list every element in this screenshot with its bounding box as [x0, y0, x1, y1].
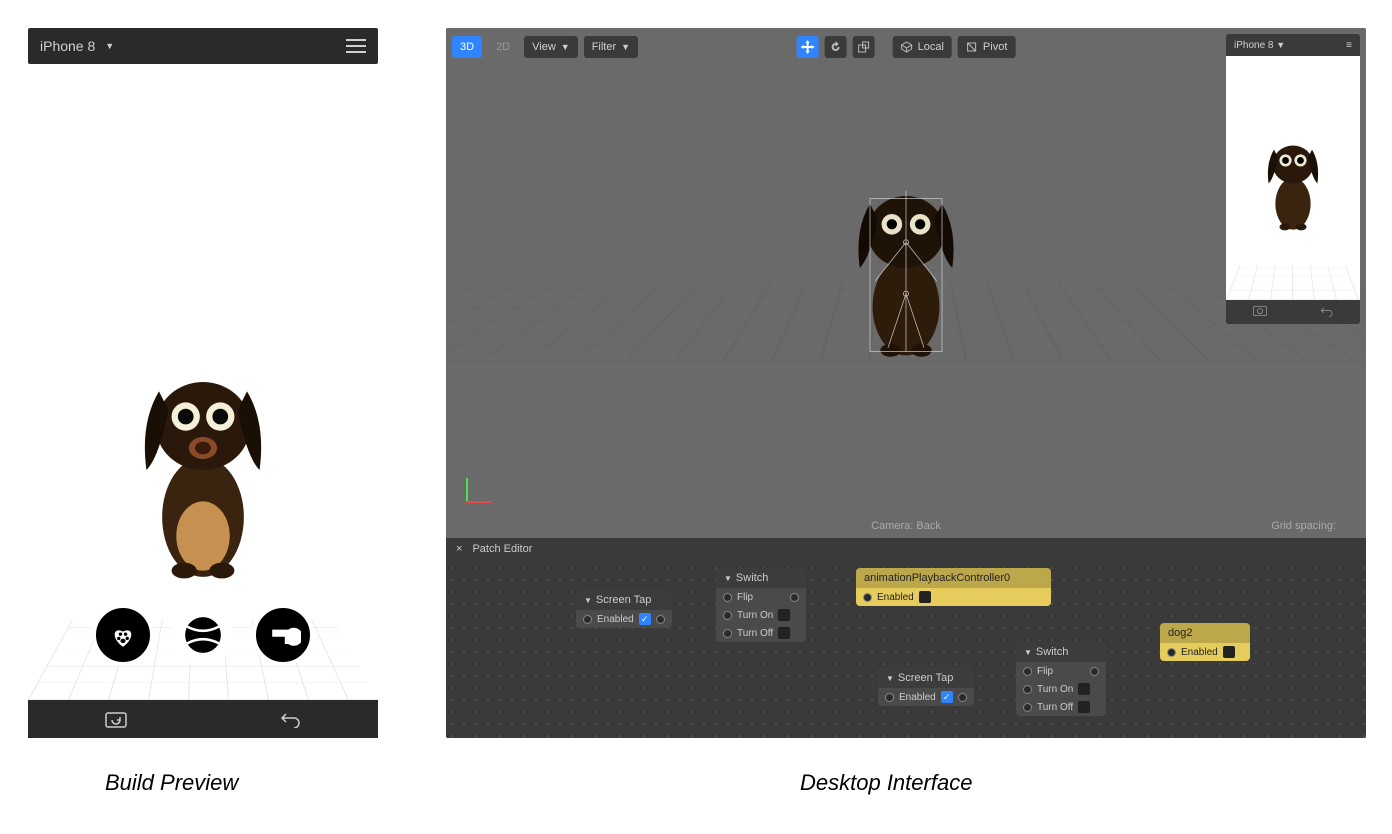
- filter-dropdown[interactable]: Filter▼: [584, 36, 638, 58]
- chevron-down-icon: ▼: [621, 42, 630, 52]
- patch-editor-title: Patch Editor: [472, 543, 532, 555]
- checkbox-icon[interactable]: [1078, 701, 1090, 713]
- patch-editor-panel[interactable]: × Patch Editor ▼Screen Tap Enabled ▼Swit…: [446, 538, 1366, 738]
- port-out[interactable]: [790, 593, 799, 602]
- mini-preview-footer: [1226, 300, 1360, 324]
- tennis-ball-button[interactable]: [172, 604, 234, 666]
- build-preview-footer: [28, 700, 378, 738]
- node-switch-1[interactable]: ▼Switch Flip Turn On Turn Off: [716, 568, 806, 642]
- mini-device-selector[interactable]: iPhone 8 ▼: [1234, 40, 1285, 51]
- dog-model-preview: [123, 360, 283, 580]
- chevron-down-icon: ▼: [105, 41, 114, 51]
- mini-camera-flip-icon[interactable]: [1252, 304, 1268, 320]
- port-in[interactable]: [723, 593, 732, 602]
- port-out[interactable]: [1090, 667, 1099, 676]
- patch-editor-header: × Patch Editor: [446, 538, 1366, 560]
- node-switch-2[interactable]: ▼Switch Flip Turn On Turn Off: [1016, 642, 1106, 716]
- checkbox-icon[interactable]: [1078, 683, 1090, 695]
- mini-preview-body: [1226, 56, 1360, 300]
- port-in[interactable]: [1167, 648, 1176, 657]
- checkbox-icon[interactable]: [778, 609, 790, 621]
- mini-hamburger-icon[interactable]: ≡: [1346, 40, 1352, 51]
- port-out[interactable]: [958, 693, 967, 702]
- port-in[interactable]: [583, 615, 592, 624]
- port-in[interactable]: [1023, 703, 1032, 712]
- transform-tools: Local Pivot: [797, 36, 1016, 58]
- port-out[interactable]: [656, 615, 665, 624]
- checkbox-icon[interactable]: [639, 613, 651, 625]
- pivot-toggle[interactable]: Pivot: [958, 36, 1015, 58]
- node-dog2[interactable]: dog2 Enabled: [1160, 623, 1250, 661]
- axis-gizmo: [466, 473, 496, 503]
- node-screen-tap-1[interactable]: ▼Screen Tap Enabled: [576, 590, 672, 628]
- build-preview-body: [28, 64, 378, 700]
- paw-heart-button[interactable]: [92, 604, 154, 666]
- mode-3d-button[interactable]: 3D: [452, 36, 482, 58]
- camera-flip-icon[interactable]: [104, 709, 128, 729]
- checkbox-icon[interactable]: [941, 691, 953, 703]
- mode-2d-button[interactable]: 2D: [488, 36, 518, 58]
- undo-icon[interactable]: [279, 709, 303, 729]
- checkbox-icon[interactable]: [1223, 646, 1235, 658]
- chevron-down-icon: ▼: [561, 42, 570, 52]
- view-dropdown[interactable]: View▼: [524, 36, 578, 58]
- grid-spacing-label: Grid spacing:: [1271, 520, 1336, 532]
- caption-build-preview: Build Preview: [105, 770, 238, 796]
- scale-tool-icon[interactable]: [853, 36, 875, 58]
- mini-dog-model: [1259, 136, 1327, 231]
- node-screen-tap-2[interactable]: ▼Screen Tap Enabled: [878, 668, 974, 706]
- close-icon[interactable]: ×: [456, 543, 462, 555]
- port-in[interactable]: [863, 593, 872, 602]
- port-in[interactable]: [1023, 685, 1032, 694]
- checkbox-icon[interactable]: [778, 627, 790, 639]
- mini-grid: [1226, 265, 1360, 300]
- port-in[interactable]: [723, 629, 732, 638]
- move-tool-icon[interactable]: [797, 36, 819, 58]
- viewport-status-bar: Camera: Back Grid spacing:: [446, 520, 1366, 538]
- node-animation-controller[interactable]: animationPlaybackController0 Enabled: [856, 568, 1051, 606]
- dog-model-scene[interactable]: [841, 178, 971, 358]
- port-in[interactable]: [885, 693, 894, 702]
- hamburger-icon[interactable]: [346, 39, 366, 53]
- mini-preview-header: iPhone 8 ▼ ≡: [1226, 34, 1360, 56]
- desktop-interface-panel: Camera: Back Grid spacing: 3D 2D View▼ F…: [446, 28, 1366, 738]
- build-preview-header: iPhone 8 ▼: [28, 28, 378, 64]
- device-label: iPhone 8: [40, 38, 95, 54]
- preview-action-buttons: [28, 604, 378, 666]
- port-in[interactable]: [1023, 667, 1032, 676]
- viewport-toolbar: 3D 2D View▼ Filter▼ Local Pivot: [452, 34, 1360, 60]
- space-toggle[interactable]: Local: [893, 36, 952, 58]
- caption-desktop-interface: Desktop Interface: [800, 770, 972, 796]
- device-selector[interactable]: iPhone 8 ▼: [40, 38, 114, 54]
- mini-preview-panel: iPhone 8 ▼ ≡: [1226, 34, 1360, 324]
- build-preview-panel: iPhone 8 ▼: [28, 28, 378, 738]
- camera-label: Camera: Back: [871, 520, 941, 532]
- port-in[interactable]: [723, 611, 732, 620]
- whistle-button[interactable]: [252, 604, 314, 666]
- rotate-tool-icon[interactable]: [825, 36, 847, 58]
- checkbox-icon[interactable]: [919, 591, 931, 603]
- mini-undo-icon[interactable]: [1320, 305, 1334, 320]
